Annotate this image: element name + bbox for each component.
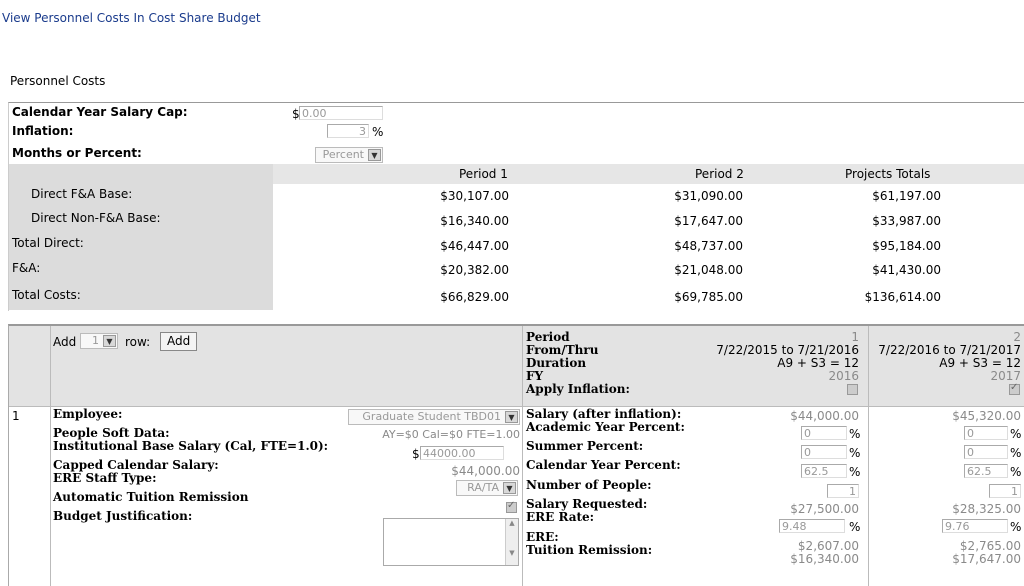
summary-cell: $48,737.00 [674, 239, 743, 253]
row-index: 1 [12, 409, 20, 423]
p1-summer-input[interactable] [801, 445, 847, 459]
chevron-down-icon: ▼ [503, 482, 516, 494]
pct-unit: % [1010, 465, 1022, 479]
employee-field-labels: Employee: People Soft Data: Institutiona… [53, 407, 329, 523]
inflation-unit: % [372, 125, 384, 139]
p1-people-input[interactable] [827, 484, 859, 498]
months-select[interactable]: Percent ▼ [315, 147, 383, 163]
summary-cell: $16,340.00 [440, 214, 509, 228]
apply-inflation-checkbox[interactable] [847, 384, 858, 395]
p2-summer-input[interactable] [964, 445, 1008, 459]
pct-unit: % [1010, 520, 1022, 534]
summary-row-label: Direct F&A Base: [31, 187, 133, 201]
p2-ere: $2,765.00 [959, 539, 1021, 553]
salary-cap-input[interactable] [299, 106, 383, 120]
period-1-header: Period 1 [459, 167, 508, 181]
p1-calendar-input[interactable] [801, 464, 847, 478]
totals-header: Projects Totals [845, 167, 931, 181]
p2-calendar-input[interactable] [964, 464, 1008, 478]
p2-ere-rate-input[interactable] [942, 519, 1008, 533]
inflation-label: Inflation: [12, 124, 74, 138]
p2-people-input[interactable] [989, 484, 1021, 498]
summary-cell: $41,430.00 [872, 263, 941, 277]
chevron-down-icon: ▼ [368, 149, 381, 161]
summary-cell: $17,647.00 [674, 214, 743, 228]
p2-tuition: $17,647.00 [952, 552, 1021, 566]
summary-cell: $31,090.00 [674, 189, 743, 203]
pct-unit: % [849, 427, 861, 441]
personnel-detail-table: Add 1 ▼ row: Add Period From/Thru Duratio… [8, 324, 1024, 586]
base-salary-prefix: $ [412, 447, 420, 461]
summary-row-label: Direct Non-F&A Base: [31, 211, 161, 225]
scrollbar[interactable]: ▲ ▼ [505, 519, 518, 565]
chevron-down-icon: ▼ [103, 335, 116, 347]
period-2-header: Period 2 [695, 167, 744, 181]
p1-ere-rate-input[interactable] [779, 519, 845, 533]
metric-labels: Salary (after inflation): Academic Year … [526, 407, 685, 557]
pct-unit: % [849, 446, 861, 460]
view-cost-share-link[interactable]: View Personnel Costs In Cost Share Budge… [2, 11, 261, 25]
summary-cell: $46,447.00 [440, 239, 509, 253]
add-row-button[interactable]: Add [160, 332, 198, 351]
summary-cell: $66,829.00 [440, 290, 509, 304]
chevron-down-icon: ▼ [505, 411, 518, 423]
apply-inflation-checkbox[interactable] [1009, 382, 1020, 395]
summary-cell: $30,107.00 [440, 189, 509, 203]
summary-cell: $61,197.00 [872, 189, 941, 203]
add-count-select[interactable]: 1 ▼ [80, 333, 118, 349]
scroll-up-icon: ▲ [509, 519, 515, 527]
pct-unit: % [1010, 446, 1022, 460]
pct-unit: % [849, 465, 861, 479]
summary-cell: $21,048.00 [674, 263, 743, 277]
section-title: Personnel Costs [10, 74, 106, 88]
capped-salary-value: $44,000.00 [451, 464, 520, 478]
row-label: row: [125, 335, 151, 349]
summary-cell: $136,614.00 [864, 290, 941, 304]
summary-row-label: Total Costs: [12, 288, 81, 302]
summary-row-label: F&A: [12, 261, 41, 275]
p2-salary: $45,320.00 [952, 409, 1021, 423]
summary-cell: $95,184.00 [872, 239, 941, 253]
ere-staff-select[interactable]: RA/TA ▼ [456, 480, 518, 496]
add-label: Add [53, 335, 77, 349]
summary-cell: $20,382.00 [440, 263, 509, 277]
tuition-remission-checkbox[interactable] [506, 500, 517, 513]
budget-justification-textarea[interactable]: ▲ ▼ [383, 518, 519, 566]
pct-unit: % [1010, 427, 1022, 441]
employee-select[interactable]: Graduate Student TBD01 ▼ [348, 409, 520, 425]
p2-salary-requested: $28,325.00 [952, 502, 1021, 516]
pct-unit: % [849, 520, 861, 534]
months-label: Months or Percent: [12, 146, 142, 160]
summary-row-label: Total Direct: [12, 236, 84, 250]
salary-cap-label: Calendar Year Salary Cap: [12, 105, 188, 119]
summary-table: Calendar Year Salary Cap: $ Inflation: %… [8, 102, 1024, 311]
summary-cell: $33,987.00 [872, 214, 941, 228]
peoplesoft-value: AY=$0 Cal=$0 FTE=1.00 [382, 428, 520, 441]
period-2-header: 2 7/22/2016 to 7/21/2017 A9 + S3 = 12 20… [878, 330, 1021, 383]
p1-academic-input[interactable] [801, 426, 847, 440]
period-header-labels: Period From/Thru Duration FY Apply Infla… [526, 330, 630, 396]
p2-academic-input[interactable] [964, 426, 1008, 440]
base-salary-input[interactable] [420, 446, 504, 460]
summary-cell: $69,785.00 [674, 290, 743, 304]
inflation-input[interactable] [327, 124, 369, 138]
scroll-down-icon: ▼ [509, 549, 515, 557]
